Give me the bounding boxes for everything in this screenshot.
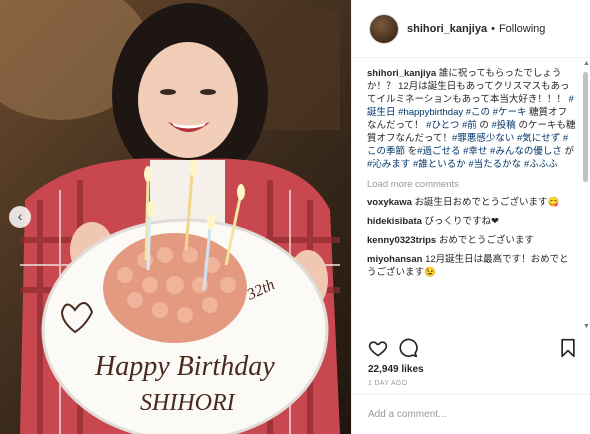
comment-username[interactable]: voxykawa (367, 197, 412, 208)
photo-illustration: 32th Happy Birthday SHIHORI (0, 0, 340, 434)
hashtag-link[interactable]: #みんなの優しさ (490, 146, 562, 157)
separator-dot: • (491, 22, 495, 35)
action-bar (368, 338, 578, 360)
comment-item: voxykawa お誕生日おめでとうございます😋 (367, 196, 576, 209)
add-comment-input[interactable] (368, 409, 568, 420)
hashtag-link[interactable]: #ひとつ (426, 120, 459, 131)
post-header: shihori_kanjiya • Following (352, 0, 590, 58)
hashtag-link[interactable]: #投稿 (492, 120, 516, 131)
hashtag-link[interactable]: #沁みます (367, 159, 410, 170)
hashtag-link[interactable]: #誰といるか (413, 159, 466, 170)
chevron-left-icon: ‹ (17, 208, 23, 224)
hashtag-link[interactable]: #過ごせる (417, 146, 460, 157)
scrollbar[interactable]: ▲ ▼ (583, 60, 590, 330)
hashtag-link[interactable]: #罪悪感少ない (452, 133, 514, 144)
scrollbar-thumb[interactable] (583, 72, 588, 182)
comment-item: hidekisibata びっくりですね❤ (367, 215, 576, 228)
caption-username[interactable]: shihori_kanjiya (367, 68, 436, 79)
hashtag-link[interactable]: #この (466, 107, 490, 118)
caption-fragment: の (476, 120, 492, 131)
load-more-comments-button[interactable]: Load more comments (367, 179, 576, 190)
comment-username[interactable]: miyohansan (367, 254, 422, 265)
carousel-prev-button[interactable]: ‹ (9, 206, 31, 228)
comment-item: miyohansan 12月誕生日は最高です！おめでとうございます😉 (367, 253, 576, 279)
hashtag-link[interactable]: #幸せ (463, 146, 487, 157)
hashtag-link[interactable]: #ふふふ (524, 159, 558, 170)
comment-item: kenny0323trips おめでとうございます (367, 234, 576, 247)
avatar[interactable] (369, 13, 399, 44)
post-caption: shihori_kanjiya 誰に祝ってもらったでしょうか！？ 12月は誕生日… (367, 67, 576, 171)
plate-text-name: SHIHORI (140, 390, 236, 416)
post-side-panel: shihori_kanjiya • Following shihori_kanj… (351, 0, 590, 434)
likes-count[interactable]: 22,949 likes (368, 364, 424, 375)
plate-text-happy-birthday: Happy Birthday (94, 351, 275, 382)
comment-list: voxykawa お誕生日おめでとうございます😋 hidekisibata びっく… (367, 196, 576, 279)
comment-username[interactable]: kenny0323trips (367, 235, 436, 246)
post-timestamp: 1 DAY AGO (368, 380, 408, 387)
comment-text: おめでとうございます (436, 235, 534, 246)
hashtag-link[interactable]: #前 (462, 120, 477, 131)
caption-text: 誰に祝ってもらったでしょうか！？ 12月は誕生日もあってクリスマスもあってイルミ… (367, 68, 575, 170)
add-comment-bar (352, 394, 590, 434)
following-button[interactable]: Following (499, 23, 545, 35)
heart-icon[interactable] (368, 338, 388, 358)
hashtag-link[interactable]: #当たるかな (468, 159, 521, 170)
comment-text: お誕生日おめでとうございます😋 (411, 197, 560, 208)
hashtag-link[interactable]: #気にせず (517, 133, 560, 144)
hashtag-link[interactable]: #ケーキ (493, 107, 527, 118)
caption-fragment: が (561, 146, 574, 157)
post-photo[interactable]: 32th Happy Birthday SHIHORI ‹ (0, 0, 351, 434)
hashtag-link[interactable]: #happybirthday (398, 107, 463, 118)
scroll-down-icon[interactable]: ▼ (583, 323, 590, 330)
comment-icon[interactable] (398, 338, 418, 358)
header-username[interactable]: shihori_kanjiya (407, 23, 487, 35)
comment-text: びっくりですね❤ (421, 216, 500, 227)
caption-fragment: を (405, 146, 418, 157)
comment-username[interactable]: hidekisibata (367, 216, 422, 227)
scroll-up-icon[interactable]: ▲ (583, 60, 590, 67)
bookmark-icon[interactable] (558, 338, 578, 358)
comments-scroll[interactable]: shihori_kanjiya 誰に祝ってもらったでしょうか！？ 12月は誕生日… (352, 58, 582, 330)
